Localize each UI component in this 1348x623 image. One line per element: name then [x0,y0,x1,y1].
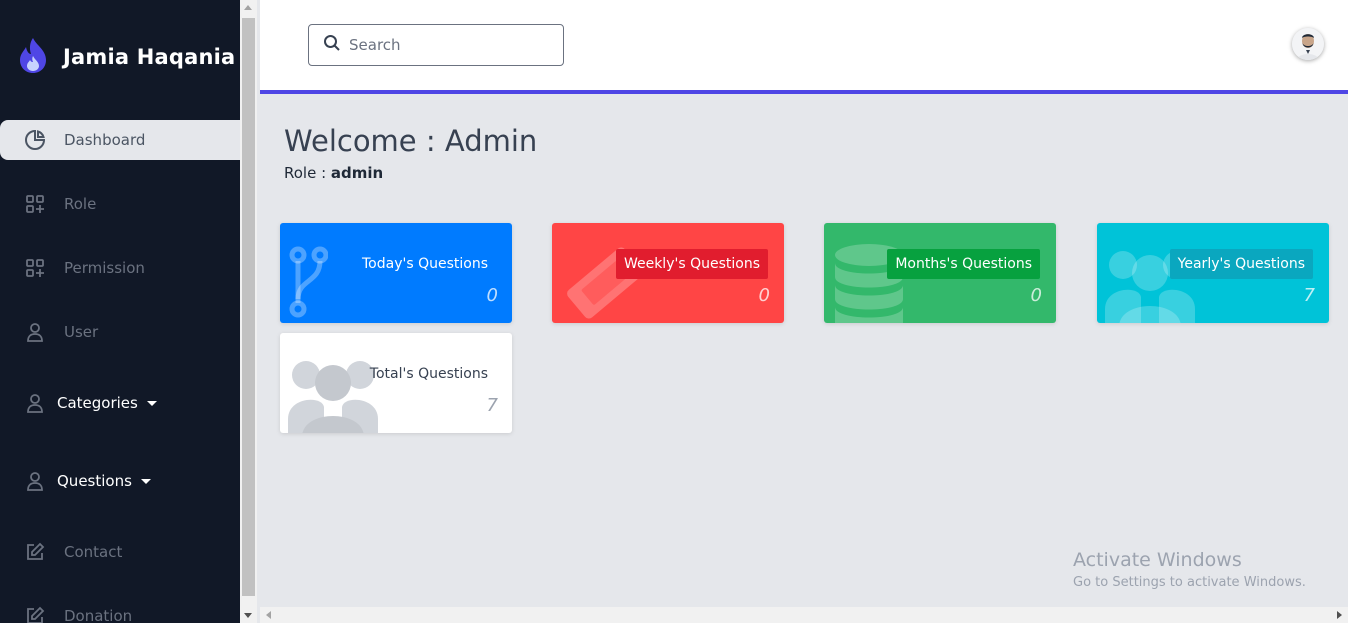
role-value: admin [330,164,384,182]
sidebar-item-label: Questions [57,472,132,490]
sidebar-item-user[interactable]: User [0,312,240,352]
sidebar-item-contact[interactable]: Contact [0,532,240,572]
sidebar-item-label: Role [64,195,97,213]
sidebar-item-label: Permission [64,259,145,277]
card-label: Weekly's Questions [615,249,768,279]
page-title: Welcome : Admin [284,124,538,158]
sidebar-item-label: Categories [57,394,138,412]
user-icon [24,321,46,343]
role-label: Role : [284,164,331,182]
caret-down-icon [140,478,151,484]
scroll-up-icon[interactable] [244,5,252,10]
sidebar-item-permission[interactable]: Permission [0,248,240,288]
caret-down-icon [146,400,157,406]
grid-plus-icon [24,193,46,215]
watermark-title: Activate Windows [1073,549,1242,571]
sidebar-item-questions[interactable]: Questions [0,461,240,501]
activate-windows-watermark: Activate Windows Go to Settings to activ… [1073,549,1306,590]
card-value: 0 [758,285,770,306]
card-label: Total's Questions [369,366,488,382]
edit-icon [24,605,46,623]
role-line: Role : admin [284,164,383,182]
card-value: 7 [1303,285,1315,306]
scrollbar-thumb[interactable] [242,18,255,596]
sidebar-item-donation[interactable]: Donation [0,596,240,623]
sidebar-item-role[interactable]: Role [0,184,240,224]
horizontal-scrollbar[interactable] [260,607,1348,623]
card-today-questions[interactable]: Today's Questions 0 [280,223,512,323]
card-months-questions[interactable]: Months's Questions 0 [824,223,1056,323]
pie-chart-icon [24,129,46,151]
card-label: Months's Questions [887,249,1040,279]
card-total-questions[interactable]: Total's Questions 7 [280,333,512,433]
user-icon [24,470,46,492]
sidebar-item-label: User [64,323,99,341]
avatar[interactable] [1292,28,1324,60]
sidebar: Jamia Haqania Dashboard Role Permission [0,0,240,623]
watermark-subtitle: Go to Settings to activate Windows. [1073,575,1306,590]
scroll-left-icon[interactable] [266,611,271,619]
card-value: 7 [486,395,498,416]
card-label: Yearly's Questions [1169,249,1313,279]
sidebar-item-label: Contact [64,543,123,561]
edit-icon [24,541,46,563]
card-weekly-questions[interactable]: Weekly's Questions 0 [552,223,784,323]
flame-icon [16,36,50,78]
scroll-down-icon[interactable] [244,613,252,618]
card-label: Today's Questions [362,256,488,272]
user-icon [24,392,46,414]
branch-icon [288,243,329,323]
search-input[interactable] [349,36,549,54]
scroll-right-icon[interactable] [1337,611,1342,619]
sidebar-item-dashboard[interactable]: Dashboard [0,120,240,160]
search-box[interactable] [308,24,564,66]
grid-plus-icon [24,257,46,279]
sidebar-item-categories[interactable]: Categories [0,383,240,423]
search-icon [323,34,341,56]
card-value: 0 [486,285,498,306]
card-yearly-questions[interactable]: Yearly's Questions 7 [1097,223,1329,323]
brand-name: Jamia Haqania [63,45,236,69]
brand[interactable]: Jamia Haqania [16,36,235,78]
header-accent-bar [260,90,1348,94]
sidebar-item-label: Donation [64,607,133,623]
sidebar-item-label: Dashboard [64,131,146,149]
top-header [260,0,1348,90]
card-value: 0 [1030,285,1042,306]
sidebar-scrollbar[interactable] [240,0,257,623]
